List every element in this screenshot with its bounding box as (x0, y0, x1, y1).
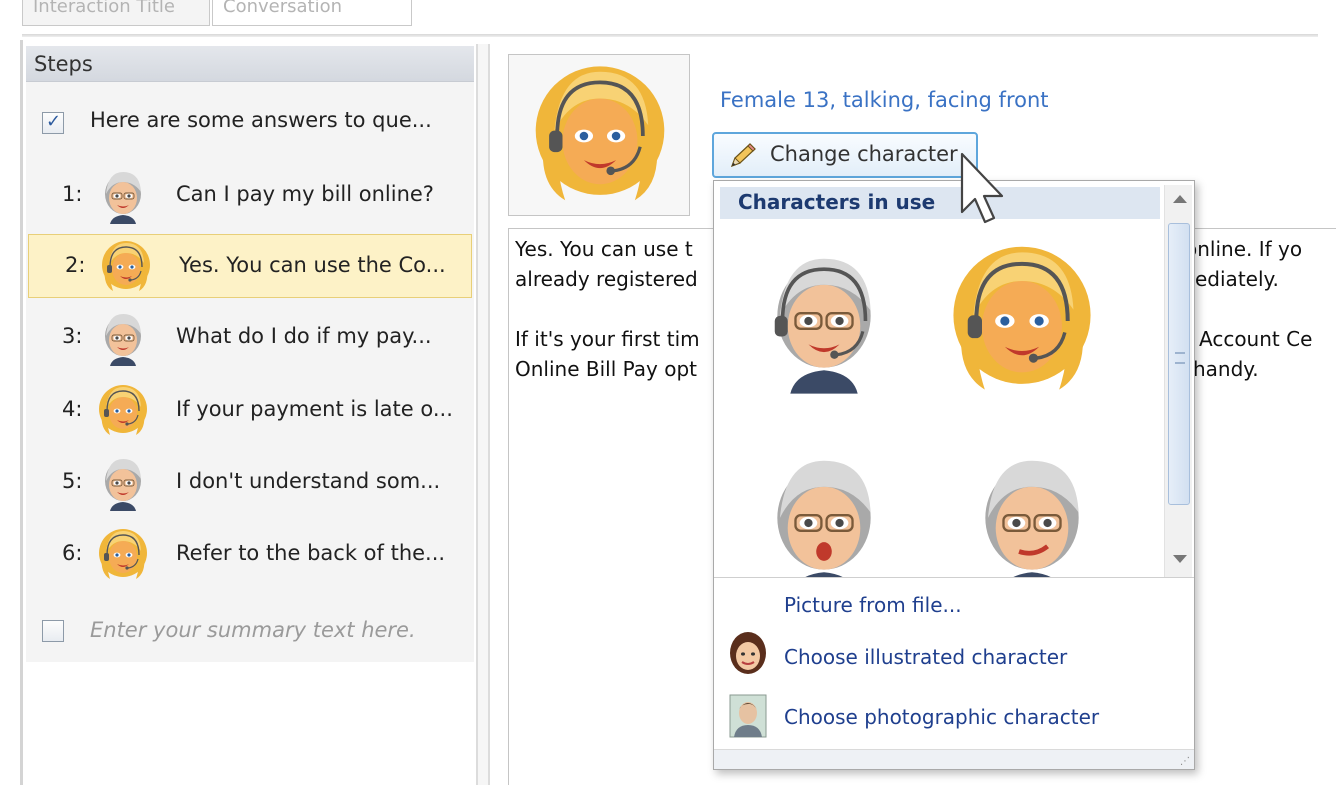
resize-grip-icon[interactable]: ⋰ (1180, 756, 1190, 767)
tab-conversation[interactable]: Conversation (212, 0, 412, 26)
dropdown-scrollbar[interactable] (1164, 185, 1192, 577)
step-text: Yes. You can use the Co... (179, 253, 446, 277)
steps-panel: Steps ✓ Here are some answers to que... … (26, 46, 474, 662)
body-line: online. If yo (1185, 237, 1303, 261)
dropdown-divider (714, 577, 1194, 578)
intro-checkbox[interactable]: ✓ (42, 111, 64, 134)
intro-row[interactable]: ✓ Here are some answers to que... (26, 102, 474, 142)
character-grid (714, 221, 1160, 577)
step-text: Refer to the back of the... (176, 541, 446, 565)
step-number: 3: (62, 324, 83, 348)
body-line: Online Bill Pay opt (515, 357, 698, 381)
step-text: What do I do if my pay... (176, 324, 432, 348)
character-dropdown: Characters in use Picture from file... C… (713, 180, 1195, 770)
choose-photographic-character-option[interactable]: Choose photographic character (784, 705, 1099, 729)
photographic-character-icon (729, 694, 767, 738)
intro-text: Here are some answers to que... (90, 108, 432, 132)
step-row-5[interactable]: 5: I don't understand som... (26, 451, 474, 515)
blonde-woman-icon (99, 385, 147, 435)
body-line: ediately. (1195, 267, 1279, 291)
step-number: 1: (62, 182, 83, 206)
choose-illustrated-character-option[interactable]: Choose illustrated character (784, 645, 1067, 669)
illustrated-character-icon (730, 632, 766, 674)
body-line: already registered (515, 267, 698, 291)
step-row-3[interactable]: 3: What do I do if my pay... (26, 306, 474, 370)
step-number: 2: (65, 253, 86, 277)
gray-hair-woman-icon (105, 172, 141, 224)
step-row-1[interactable]: 1: Can I pay my bill online? (26, 164, 474, 228)
step-row-2[interactable]: 2: Yes. You can use the Co... (28, 234, 472, 298)
summary-input[interactable]: Enter your summary text here. (90, 618, 416, 642)
tab-interaction-title[interactable]: Interaction Title (22, 0, 210, 26)
step-text: If your payment is late o... (176, 397, 453, 421)
grip-icon (1175, 352, 1185, 364)
gray-hair-woman-icon (105, 459, 141, 511)
step-text: Can I pay my bill online? (176, 182, 434, 206)
dropdown-footer: ⋰ (714, 749, 1194, 769)
step-text: I don't understand som... (176, 469, 441, 493)
tab-divider (22, 34, 1318, 37)
character-description[interactable]: Female 13, talking, facing front (720, 88, 1049, 112)
pane-splitter[interactable] (476, 44, 490, 785)
body-line: Account Ce (1199, 327, 1313, 351)
scroll-down-icon[interactable] (1173, 555, 1187, 563)
steps-header: Steps (26, 46, 474, 82)
change-character-button[interactable]: Change character (712, 132, 978, 178)
character-preview[interactable] (508, 54, 690, 216)
step-row-6[interactable]: 6: Refer to the back of the... (26, 523, 474, 587)
step-row-4[interactable]: 4: If your payment is late o... (26, 379, 474, 443)
summary-row[interactable]: Enter your summary text here. (26, 612, 474, 652)
scroll-thumb[interactable] (1168, 223, 1190, 505)
summary-checkbox[interactable] (42, 620, 64, 642)
pencil-icon (730, 143, 756, 168)
blonde-woman-icon (99, 529, 147, 579)
blonde-woman-headset-icon[interactable] (942, 241, 1102, 401)
blonde-woman-icon (102, 241, 150, 291)
body-line: If it's your first tim (515, 327, 700, 351)
body-line: handy. (1193, 357, 1259, 381)
blonde-woman-headset-icon (535, 66, 665, 201)
step-number: 6: (62, 541, 83, 565)
gray-hair-woman-headset-icon[interactable] (754, 241, 894, 401)
gray-hair-woman-surprised-icon[interactable] (754, 443, 894, 577)
gray-hair-woman-icon (105, 314, 141, 366)
mouse-cursor-icon (960, 152, 1004, 224)
window-border (20, 40, 23, 785)
step-number: 4: (62, 397, 83, 421)
tab-strip: Interaction Title Conversation (0, 0, 1336, 40)
body-line: Yes. You can use t (515, 237, 693, 261)
picture-from-file-option[interactable]: Picture from file... (784, 593, 962, 617)
characters-in-use-header: Characters in use (720, 187, 1160, 219)
checkmark-icon: ✓ (46, 111, 62, 132)
gray-hair-woman-smirk-icon[interactable] (962, 443, 1102, 577)
step-number: 5: (62, 469, 83, 493)
scroll-up-icon[interactable] (1173, 195, 1187, 203)
change-character-label: Change character (770, 142, 958, 166)
